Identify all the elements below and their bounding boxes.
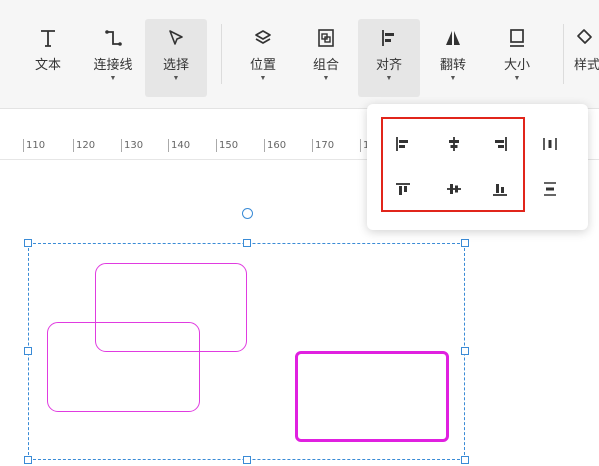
ruler-tick [360,139,361,152]
flip-tool-label: 翻转 [439,58,466,73]
chevron-down-icon: ▼ [259,75,267,82]
resize-handle-bottom[interactable] [243,456,251,464]
ruler-label: 140 [171,140,191,151]
chevron-down-icon: ▼ [385,75,393,82]
chevron-down-icon: ▼ [449,75,457,82]
chevron-down-icon: ▼ [172,75,180,82]
ruler-label: 170 [315,140,335,151]
chevron-down-icon: ▼ [322,75,330,82]
resize-handle-bottom-right[interactable] [461,456,469,464]
select-tool-label: 选择 [162,58,189,73]
resize-handle-bottom-left[interactable] [24,456,32,464]
position-tool-label: 位置 [249,58,276,73]
rotate-handle[interactable] [242,208,253,219]
resize-handle-top-left[interactable] [24,239,32,247]
size-tool-button[interactable]: 大小 ▼ [497,19,537,97]
resize-handle-right[interactable] [461,347,469,355]
group-tool-button[interactable]: 组合 ▼ [304,19,348,97]
distribute-vertical-icon[interactable] [537,176,563,202]
flip-tool-button[interactable]: 翻转 ▼ [433,19,473,97]
chevron-down-icon: ▼ [109,75,117,82]
align-options-highlight [381,117,525,212]
group-tool-label: 组合 [312,58,339,73]
chevron-down-icon: ▼ [513,75,521,82]
ruler-tick [23,139,24,152]
ruler-tick [312,139,313,152]
toolbar-divider [221,24,222,84]
ruler-label: 150 [219,140,239,151]
text-icon [34,25,62,51]
resize-handle-left[interactable] [24,347,32,355]
style-tool-button[interactable]: 样式 [574,19,599,97]
selection-box [28,243,465,460]
align-icon [375,25,403,51]
connector-tool-label: 连接线 [93,58,133,73]
position-tool-button[interactable]: 位置 ▼ [240,19,286,97]
connector-icon [99,25,127,51]
flip-icon [439,25,467,51]
connector-tool-button[interactable]: 连接线 ▼ [87,19,139,97]
layers-icon [249,25,277,51]
toolbar: 文本 连接线 ▼ 选择 ▼ 位置 ▼ 组合 ▼ 对齐 ▼ 翻转 ▼ 大小 ▼ 样… [0,0,599,109]
group-icon [312,25,340,51]
distribute-horizontal-icon[interactable] [537,131,563,157]
ruler-label: 160 [267,140,287,151]
ruler-label: 130 [124,140,144,151]
ruler-tick [73,139,74,152]
resize-handle-top-right[interactable] [461,239,469,247]
align-tool-label: 对齐 [375,58,402,73]
align-tool-button[interactable]: 对齐 ▼ [358,19,420,97]
resize-handle-top[interactable] [243,239,251,247]
size-tool-label: 大小 [503,58,530,73]
ruler-label: 120 [76,140,96,151]
ruler-tick [216,139,217,152]
size-icon [503,25,531,51]
ruler-tick [168,139,169,152]
select-icon [162,25,190,51]
align-dropdown-menu [367,104,588,230]
toolbar-divider [563,24,564,84]
ruler-label: 110 [26,140,46,151]
ruler-tick [121,139,122,152]
ruler-tick [264,139,265,152]
text-tool-button[interactable]: 文本 [28,19,68,97]
style-icon [574,25,596,51]
select-tool-button[interactable]: 选择 ▼ [145,19,207,97]
style-tool-label: 样式 [574,58,599,73]
text-tool-label: 文本 [34,58,61,73]
